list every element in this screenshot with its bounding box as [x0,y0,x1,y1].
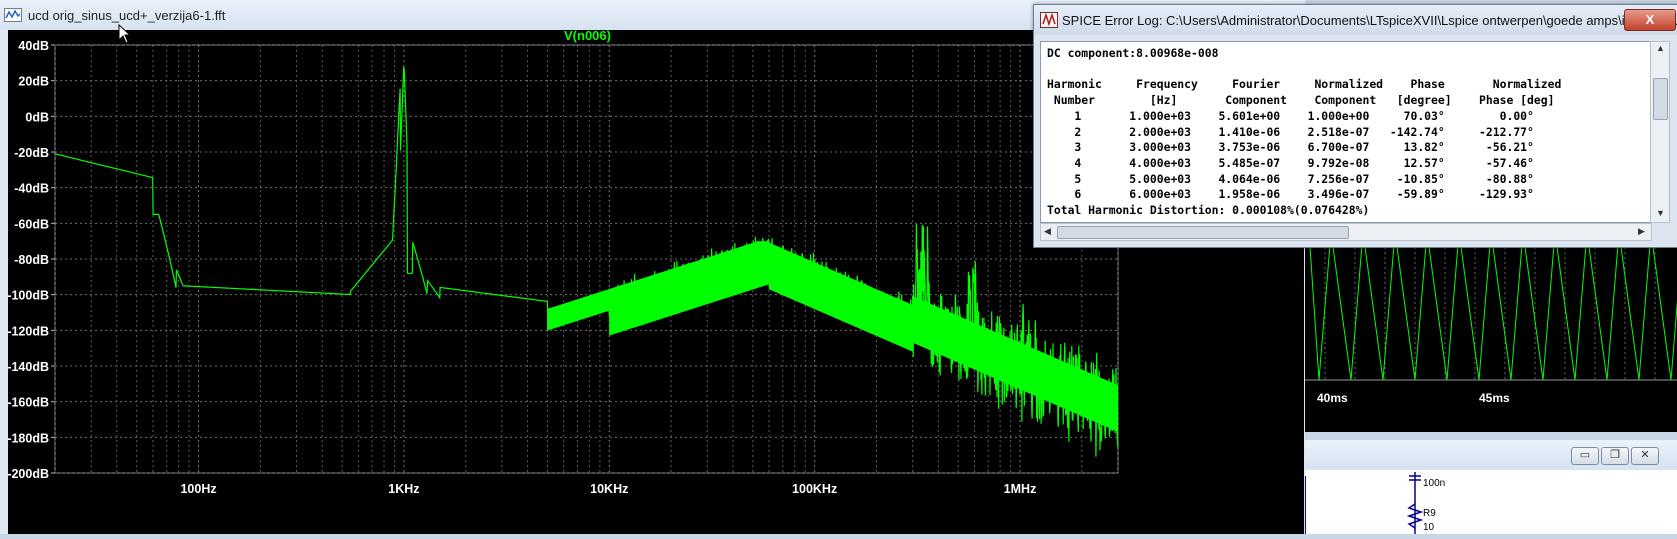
transient-plot-pane[interactable]: 40ms 45ms [1305,232,1677,432]
log-window-title: SPICE Error Log: C:\Users\Administrator\… [1062,13,1677,28]
transient-plot-canvas[interactable]: 40ms 45ms [1305,232,1677,432]
log-vscroll-thumb[interactable] [1653,78,1668,120]
log-row-2: 2 2.000e+03 1.410e-06 2.518e-07 -142.74°… [1047,124,1534,139]
mouse-cursor-icon [118,24,132,44]
y-tick-label: -100dB [8,289,49,303]
log-window-titlebar[interactable]: SPICE Error Log: C:\Users\Administrator\… [1034,5,1677,35]
spice-log-icon [1040,12,1058,28]
trace-label[interactable]: V(n006) [564,30,611,43]
log-row-6: 6 6.000e+03 1.958e-06 3.496e-07 -59.89° … [1047,187,1534,202]
fft-window-title: ucd orig_sinus_ucd+_verzija6-1.fft [28,8,226,23]
y-tick-label: 20dB [18,75,49,89]
y-tick-label: -60dB [14,217,49,231]
log-header-2: Number [Hz] Component Component [degree]… [1047,93,1555,108]
log-row-1: 1 1.000e+03 5.601e+00 1.000e+00 70.03° 0… [1047,108,1534,123]
minimize-button[interactable]: ▭ [1571,447,1599,465]
schem-label-100n: 100n [1423,478,1445,489]
log-horizontal-scrollbar[interactable]: ◀ ▶ [1040,223,1652,241]
log-row-5: 5 5.000e+03 4.064e-06 7.256e-07 -10.85° … [1047,171,1534,186]
log-dc-component: DC component:8.00968e-008 [1047,46,1219,60]
y-tick-label: -200dB [8,467,49,481]
log-thd: Total Harmonic Distortion: 0.000108%(0.0… [1047,203,1370,218]
close-button[interactable]: ✕ [1631,447,1659,465]
schematic-titlebar[interactable]: ▭ ❐ ✕ [1305,440,1677,470]
log-row-4: 4 4.000e+03 5.485e-07 9.792e-08 12.57° -… [1047,155,1534,170]
scroll-down-arrow-icon[interactable]: ▼ [1656,208,1665,218]
transient-trace [1308,232,1677,381]
schematic-drawing: 100n R9 10 [1304,472,1445,534]
log-blank-line [1047,62,1561,78]
y-tick-label: -40dB [14,182,49,196]
log-hscroll-thumb[interactable] [1057,226,1349,239]
y-tick-label: 0dB [25,110,49,124]
x-tick-label: 100Hz [180,482,216,496]
waveform-viewer-icon [4,8,22,22]
scroll-left-arrow-icon[interactable]: ◀ [1044,226,1051,237]
log-text-area[interactable]: DC component:8.00968e-008 Harmonic Frequ… [1040,41,1652,223]
y-tick-label: -160dB [8,396,49,410]
schem-label-r9: R9 [1423,508,1436,519]
log-text: DC component:8.00968e-008 Harmonic Frequ… [1047,46,1561,219]
log-row-3: 3 3.000e+03 3.753e-06 6.700e-07 13.82° -… [1047,140,1534,155]
y-tick-label: -80dB [14,253,49,267]
y-tick-label: -120dB [8,324,49,338]
schematic-window[interactable]: ▭ ❐ ✕ 100n R9 10 [1304,440,1677,534]
y-tick-label: -180dB [8,431,49,445]
schematic-canvas[interactable]: 100n R9 10 [1304,470,1677,534]
log-header-1: Harmonic Frequency Fourier Normalized Ph… [1047,77,1562,92]
tran-xlabel-45ms: 45ms [1479,391,1510,405]
x-tick-label: 10KHz [590,482,628,496]
scroll-up-arrow-icon[interactable]: ▲ [1656,43,1665,53]
y-tick-label: -20dB [14,146,49,160]
tran-xlabel-40ms: 40ms [1317,391,1348,405]
x-tick-label: 1MHz [1004,482,1037,496]
tran-trace-path [1308,232,1677,381]
schem-label-10: 10 [1423,522,1435,533]
restore-button[interactable]: ❐ [1601,447,1629,465]
x-tick-label: 100KHz [792,482,837,496]
y-tick-label: -140dB [8,360,49,374]
spice-error-log-window[interactable]: SPICE Error Log: C:\Users\Administrator\… [1033,4,1677,248]
scroll-right-arrow-icon[interactable]: ▶ [1638,226,1645,237]
y-tick-label: 40dB [18,39,49,53]
log-vertical-scrollbar[interactable]: ▲ ▼ [1650,41,1670,223]
x-tick-label: 1KHz [388,482,419,496]
log-close-button[interactable]: X [1624,9,1676,31]
